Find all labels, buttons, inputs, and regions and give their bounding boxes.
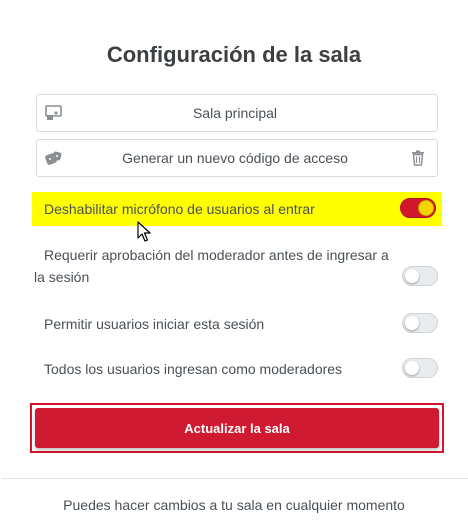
all-moderators-toggle[interactable] bbox=[402, 358, 438, 378]
room-name-value: Sala principal bbox=[192, 105, 278, 121]
option-label: Permitir usuarios iniciar esta sesión bbox=[44, 316, 265, 332]
toggle-knob bbox=[405, 316, 419, 330]
room-name-field[interactable]: Sala principal bbox=[36, 94, 438, 132]
toggle-knob bbox=[419, 201, 433, 215]
divider bbox=[2, 478, 468, 479]
require-approval-toggle[interactable] bbox=[402, 266, 438, 286]
option-all-join-as-moderators: Todos los usuarios ingresan como moderad… bbox=[32, 358, 442, 380]
option-label: Requerir aprobación del moderador antes … bbox=[34, 247, 389, 285]
dice-icon bbox=[37, 150, 71, 166]
option-mute-on-join: Deshabilitar micrófono de usuarios al en… bbox=[32, 192, 442, 226]
update-room-button[interactable]: Actualizar la sala bbox=[35, 408, 439, 448]
trash-icon[interactable] bbox=[399, 150, 437, 166]
option-anyone-can-start: Permitir usuarios iniciar esta sesión bbox=[32, 313, 442, 335]
generate-access-code-field[interactable]: Generar un nuevo código de acceso bbox=[36, 139, 438, 177]
footer-hint: Puedes hacer cambios a tu sala en cualqu… bbox=[63, 497, 405, 513]
toggle-knob bbox=[405, 269, 419, 283]
page-title: Configuración de la sala bbox=[106, 42, 362, 67]
option-label: Deshabilitar micrófono de usuarios al en… bbox=[44, 201, 315, 217]
update-room-button-highlight: Actualizar la sala bbox=[30, 403, 444, 453]
mute-on-join-toggle[interactable] bbox=[400, 198, 436, 218]
generate-access-code-label: Generar un nuevo código de acceso bbox=[122, 150, 348, 166]
toggle-knob bbox=[405, 361, 419, 375]
room-icon bbox=[37, 105, 71, 121]
option-require-approval: Requerir aprobación del moderador antes … bbox=[32, 244, 442, 290]
anyone-can-start-toggle[interactable] bbox=[402, 313, 438, 333]
option-label: Todos los usuarios ingresan como moderad… bbox=[44, 361, 343, 377]
